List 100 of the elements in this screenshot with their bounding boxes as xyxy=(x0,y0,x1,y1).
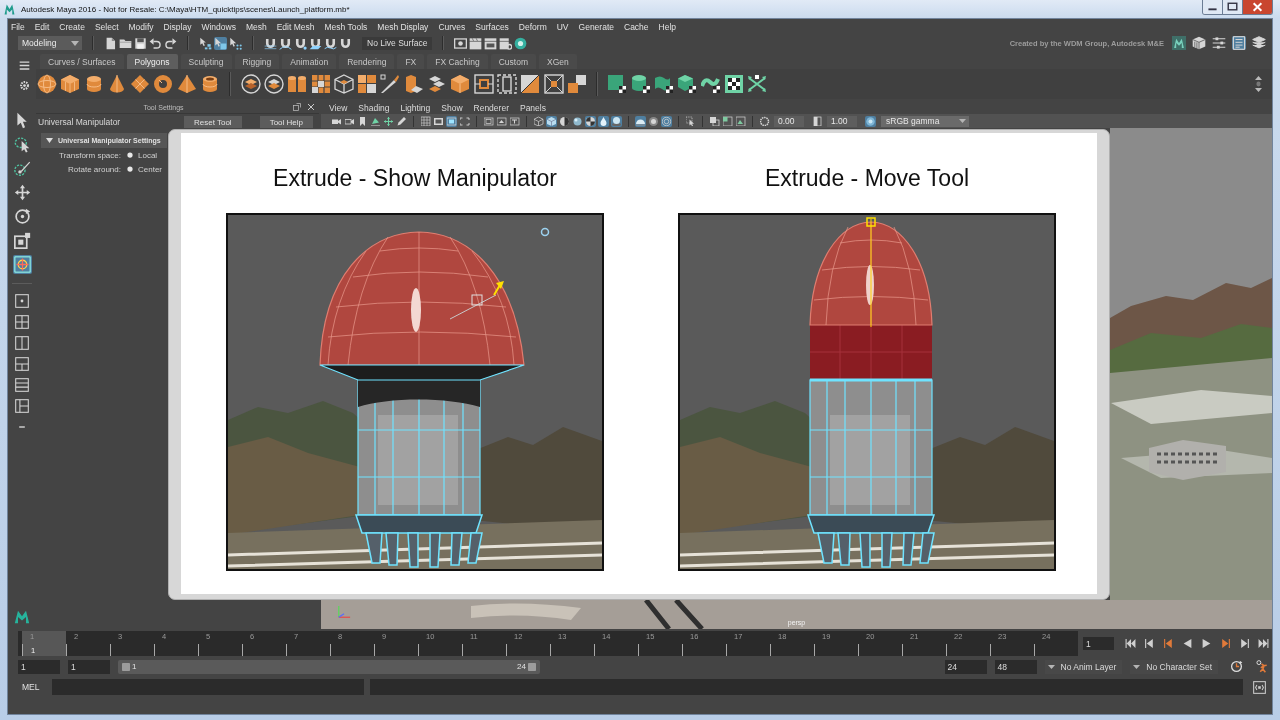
drop-icon[interactable] xyxy=(598,115,609,127)
shelf-tab[interactable]: Sculpting xyxy=(180,54,232,69)
undo-icon[interactable] xyxy=(149,36,162,50)
end-time-field[interactable]: 48 xyxy=(994,659,1037,674)
shelf-tab[interactable]: FX xyxy=(397,54,425,69)
menu-set-dropdown[interactable]: Modeling xyxy=(18,36,82,50)
t-frame-icon[interactable] xyxy=(509,115,520,127)
menu-item[interactable]: Cache xyxy=(624,21,649,32)
menu-item[interactable]: Surfaces xyxy=(475,21,509,32)
logo-tile-icon[interactable] xyxy=(1172,36,1186,50)
crossed-square-icon[interactable] xyxy=(543,74,564,94)
menu-item[interactable]: Help xyxy=(658,21,677,32)
magnet-icon[interactable] xyxy=(339,36,352,50)
wireframe-cube-icon[interactable] xyxy=(533,115,544,127)
shelf-tab[interactable]: Animation xyxy=(282,54,337,69)
cube-icon[interactable] xyxy=(450,74,471,94)
play-reverse-icon[interactable] xyxy=(1182,638,1193,649)
sliders-list-icon[interactable] xyxy=(1212,36,1226,50)
stacked-pane-icon[interactable] xyxy=(14,377,30,393)
checker-ball-icon[interactable] xyxy=(585,115,596,127)
menu-item[interactable]: Display xyxy=(163,21,192,32)
panel-menu-item[interactable]: Renderer xyxy=(473,102,509,113)
layers-icon[interactable] xyxy=(1252,36,1266,50)
panel-menu-item[interactable]: View xyxy=(329,102,348,113)
cross-arrows-icon[interactable] xyxy=(12,183,32,202)
triangle-frame-icon[interactable] xyxy=(496,115,507,127)
menu-icon[interactable] xyxy=(18,60,30,72)
shelf-tab[interactable]: Polygons xyxy=(126,54,178,69)
shelf-tab[interactable]: Custom xyxy=(490,54,536,69)
dome-icon[interactable] xyxy=(635,115,646,127)
inner-rectangle-icon[interactable] xyxy=(446,115,457,127)
dotted-circle-icon[interactable] xyxy=(759,115,770,127)
anim-layer-dropdown[interactable]: No Anim Layer xyxy=(1044,659,1123,674)
shelf-tab[interactable]: XGen xyxy=(538,54,577,69)
panel-menu-item[interactable]: Lighting xyxy=(400,102,431,113)
magnet-curve-icon[interactable] xyxy=(279,36,292,50)
skip-start-icon[interactable] xyxy=(1125,638,1136,649)
pyramid-icon[interactable] xyxy=(176,74,197,94)
menu-item[interactable]: Edit Mesh xyxy=(276,21,315,32)
checker-sheet-icon[interactable] xyxy=(654,74,674,94)
radio-button[interactable] xyxy=(127,166,133,172)
clapperboard-icon[interactable] xyxy=(469,36,483,50)
checker-grid-icon[interactable] xyxy=(723,74,744,94)
square-handle-icon[interactable] xyxy=(12,231,32,250)
squares-icon[interactable] xyxy=(357,74,378,94)
menu-item[interactable]: File xyxy=(11,21,25,32)
menu-item[interactable]: Generate xyxy=(578,21,614,32)
checker-cylinder-icon[interactable] xyxy=(630,74,651,94)
exposure-field[interactable]: 0.00 xyxy=(774,115,804,127)
half-square-icon[interactable] xyxy=(812,115,823,127)
split-layer-circle-icon[interactable] xyxy=(263,74,284,94)
nested-frame-icon[interactable] xyxy=(483,115,494,127)
close-icon[interactable] xyxy=(1243,0,1273,15)
squares-stack-icon[interactable] xyxy=(566,74,587,94)
shadowed-sphere-icon[interactable] xyxy=(611,115,622,127)
panel-button[interactable]: Reset Tool xyxy=(184,116,242,128)
single-pane-icon[interactable] xyxy=(14,293,30,309)
shelf-tab[interactable]: Curves / Surfaces xyxy=(40,54,124,69)
disc-icon[interactable] xyxy=(865,115,876,127)
shelf-tab[interactable]: FX Caching xyxy=(427,54,488,69)
split-square-icon[interactable] xyxy=(520,74,541,94)
playback-end-field[interactable]: 24 xyxy=(944,659,987,674)
menu-item[interactable]: Edit xyxy=(34,21,50,32)
panel-menu-item[interactable]: Shading xyxy=(358,102,390,113)
panel-menu-item[interactable]: Panels xyxy=(519,102,546,113)
shaded-cube-icon[interactable] xyxy=(546,115,557,127)
maximize-icon[interactable] xyxy=(1223,0,1243,15)
checker-square-icon[interactable] xyxy=(607,74,628,94)
radio-label[interactable]: Local xyxy=(138,150,158,160)
radio-label[interactable]: Center xyxy=(138,164,162,174)
ring-icon[interactable] xyxy=(514,36,528,50)
layered-circle-icon[interactable] xyxy=(240,74,261,94)
diamond-icon[interactable] xyxy=(130,74,151,94)
menu-item[interactable]: Windows xyxy=(201,21,236,32)
four-pane-icon[interactable] xyxy=(14,314,30,330)
corner-frame-icon[interactable] xyxy=(459,115,470,127)
character-set-dropdown[interactable]: No Character Set xyxy=(1130,659,1218,674)
command-input-field[interactable] xyxy=(52,679,364,695)
square-corner-icon[interactable] xyxy=(722,115,733,127)
step-back-icon[interactable] xyxy=(1144,638,1155,649)
two-pane-icon[interactable] xyxy=(14,335,30,351)
play-icon[interactable] xyxy=(1201,638,1212,649)
gamma-field[interactable]: 1.00 xyxy=(827,115,857,127)
view-transform-dropdown[interactable]: sRGB gamma xyxy=(881,115,969,127)
close-icon[interactable] xyxy=(307,103,315,111)
crosshair-square-icon[interactable] xyxy=(12,255,32,274)
current-frame-field[interactable]: 1 xyxy=(1083,637,1114,650)
concentric-rings-icon[interactable] xyxy=(661,115,672,127)
page-icon[interactable] xyxy=(104,36,117,50)
striped-cube-icon[interactable] xyxy=(1192,36,1206,50)
menu-item[interactable]: Create xyxy=(59,21,85,32)
list-panel-icon[interactable] xyxy=(1232,36,1246,50)
menu-item[interactable]: Select xyxy=(94,21,119,32)
menu-item[interactable]: Mesh Tools xyxy=(324,21,368,32)
redo-icon[interactable] xyxy=(164,36,177,50)
checker-cube-icon[interactable] xyxy=(677,74,698,94)
magnet-surface-icon[interactable] xyxy=(324,36,337,50)
brackets-square-icon[interactable] xyxy=(1253,680,1266,694)
thick-frame-icon[interactable] xyxy=(433,115,444,127)
down-triangle-icon[interactable] xyxy=(46,138,53,143)
